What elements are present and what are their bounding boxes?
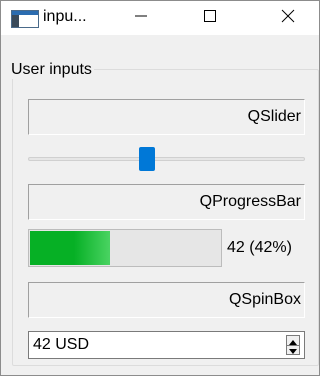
title-bar[interactable]: inpu... <box>1 1 319 35</box>
spinbox-label: QSpinBox <box>228 291 301 308</box>
maximize-icon <box>203 9 217 28</box>
spin-down-button[interactable] <box>287 345 299 354</box>
close-icon <box>281 9 295 28</box>
window-title: inpu... <box>43 8 87 25</box>
minimize-button[interactable] <box>118 1 164 35</box>
progress-bar <box>28 229 222 267</box>
maximize-button[interactable] <box>187 1 233 35</box>
progress-fill <box>30 231 110 265</box>
spinbox-label-frame: QSpinBox <box>28 282 305 318</box>
slider-label-frame: QSlider <box>28 99 305 135</box>
progress-label: QProgressBar <box>199 193 301 210</box>
minimize-icon <box>134 9 148 28</box>
triangle-down-icon <box>289 341 297 359</box>
group-title: User inputs <box>9 61 94 79</box>
app-window-icon <box>11 10 39 28</box>
spinbox-input[interactable]: 42 USD <box>28 331 305 359</box>
slider-handle[interactable] <box>139 147 155 171</box>
main-window: inpu... User inputs QSlider QProgressBar… <box>0 0 320 376</box>
close-button[interactable] <box>265 1 311 35</box>
spinbox-buttons[interactable] <box>286 335 300 355</box>
slider-label: QSlider <box>247 108 301 125</box>
progress-label-frame: QProgressBar <box>28 184 305 220</box>
slider-groove[interactable] <box>28 157 305 161</box>
spinbox-value[interactable]: 42 USD <box>33 336 89 354</box>
progress-text: 42 (42%) <box>227 239 292 256</box>
